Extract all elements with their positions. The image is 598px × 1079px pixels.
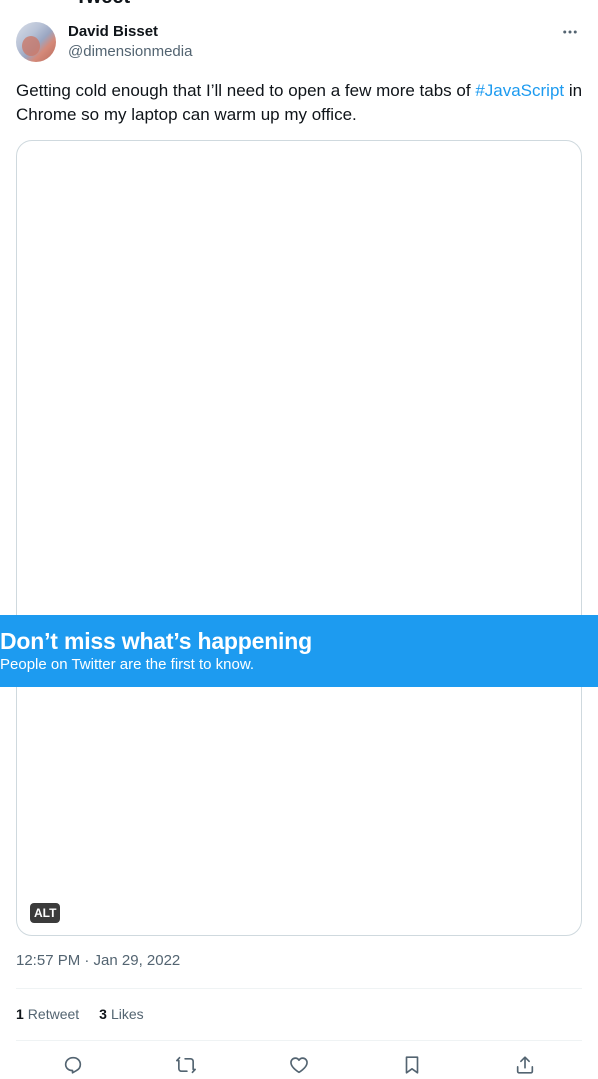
- more-options-button[interactable]: [558, 22, 582, 42]
- retweets-label: Retweet: [27, 1006, 80, 1022]
- banner-subtitle: People on Twitter are the first to know.: [0, 656, 255, 673]
- share-icon: [517, 1056, 534, 1074]
- tweet-text-before: Getting cold enough that I’ll need to op…: [16, 81, 476, 100]
- alt-badge[interactable]: ALT: [30, 903, 61, 923]
- banner-title: Don’t miss what’s happening: [0, 628, 312, 654]
- hashtag-link[interactable]: #JavaScript: [475, 81, 564, 100]
- tweet-actions: [16, 1052, 582, 1078]
- signup-banner: Don’t miss what’s happening People on Tw…: [0, 615, 598, 687]
- page-header-title: Tweet: [75, 0, 130, 9]
- likes-label: Likes: [110, 1006, 144, 1022]
- tweet-timestamp[interactable]: 12:57 PM · Jan 29, 2022: [16, 951, 180, 971]
- tweet-media[interactable]: ALT: [16, 140, 582, 936]
- share-button[interactable]: [512, 1052, 538, 1078]
- reply-button[interactable]: [60, 1052, 86, 1078]
- tweet-text: Getting cold enough that I’ll need to op…: [16, 79, 586, 127]
- likes-count: 3: [99, 1006, 107, 1022]
- author-handle[interactable]: @dimensionmedia: [68, 42, 192, 62]
- tweet-author: David Bisset @dimensionmedia: [16, 22, 582, 62]
- like-icon: [290, 1057, 308, 1074]
- bookmark-icon: [405, 1056, 419, 1074]
- retweets-stat[interactable]: 1 Retweet: [16, 1004, 79, 1024]
- divider: [16, 988, 582, 989]
- retweet-icon: [175, 1056, 196, 1074]
- avatar[interactable]: [16, 22, 56, 62]
- author-names: David Bisset @dimensionmedia: [68, 22, 192, 62]
- tweet-stats: 1 Retweet 3 Likes: [16, 1004, 164, 1024]
- bookmark-button[interactable]: [399, 1052, 425, 1078]
- like-button[interactable]: [286, 1052, 312, 1078]
- retweet-button[interactable]: [173, 1052, 199, 1078]
- likes-stat[interactable]: 3 Likes: [99, 1004, 143, 1024]
- divider: [16, 1040, 582, 1041]
- retweets-count: 1: [16, 1006, 24, 1022]
- author-display-name[interactable]: David Bisset: [68, 22, 192, 42]
- more-icon: [563, 30, 577, 34]
- reply-icon: [64, 1056, 81, 1074]
